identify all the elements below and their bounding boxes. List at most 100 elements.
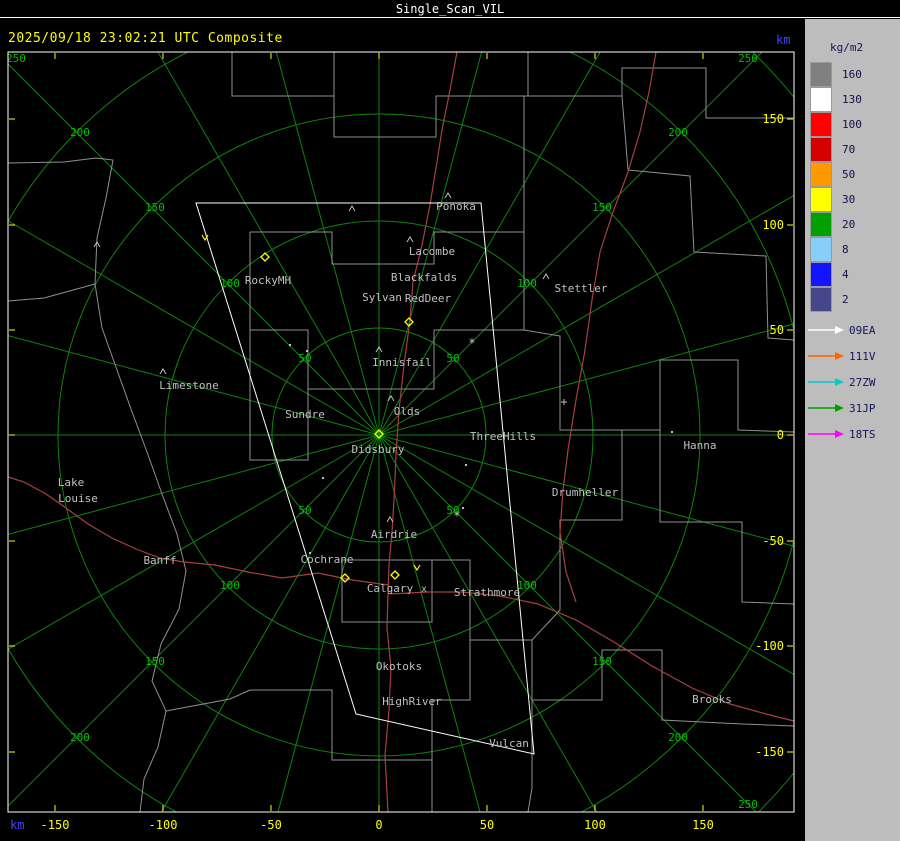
city-label: Cochrane: [301, 553, 354, 566]
radial-grid-line: [160, 434, 380, 812]
scale-entry: 4: [810, 262, 862, 287]
scale-swatch: [810, 287, 832, 312]
station-id: 09EA: [849, 323, 876, 337]
scale-value: 130: [842, 93, 862, 106]
city-label: Hanna: [683, 439, 716, 452]
station-entry: 31JP: [807, 395, 876, 421]
city-label: Drumheller: [552, 486, 619, 499]
scale-swatch: [810, 212, 832, 237]
station-id: 31JP: [849, 401, 876, 415]
y-axis-label: -150: [755, 745, 784, 759]
range-label: 200: [668, 126, 688, 139]
county-boundary: [659, 430, 794, 605]
city-label: Sundre: [285, 408, 325, 421]
radar-app-window: Single_Scan_VIL 2025/09/18 23:02:21 UTC …: [0, 0, 900, 841]
scale-entry: 30: [810, 187, 862, 212]
x-axis-label: 0: [375, 818, 382, 832]
radial-grid-line: [8, 434, 380, 535]
station-id: 27ZW: [849, 375, 876, 389]
radial-grid-line: [378, 52, 483, 436]
county-boundary: [531, 430, 623, 641]
scale-swatch: [810, 262, 832, 287]
scale-value: 30: [842, 193, 856, 206]
radial-grid-line: [378, 52, 601, 436]
range-label: 50: [298, 352, 311, 365]
scale-entry: 50: [810, 162, 862, 187]
scale-entry: 8: [810, 237, 862, 262]
x-axis-label: 150: [692, 818, 714, 832]
x-axis-label: 100: [584, 818, 606, 832]
scale-swatch: [810, 237, 832, 262]
city-label: Ponoka: [436, 200, 476, 213]
range-label: 150: [145, 201, 165, 214]
scale-value: 8: [842, 243, 849, 256]
county-boundary: [528, 67, 794, 119]
scale-entry: 100: [810, 112, 862, 137]
radar-site-marker: [390, 570, 400, 580]
radial-grid-line: [277, 434, 380, 812]
scale-entry: 160: [810, 62, 862, 87]
scale-value: 70: [842, 143, 856, 156]
scale-swatch: [810, 162, 832, 187]
city-label: RedDeer: [405, 292, 452, 305]
radar-map-display[interactable]: 2502001501005025020015010050501001502005…: [0, 0, 900, 841]
station-arrow-icon: [808, 430, 844, 438]
radial-grid-line: [157, 52, 380, 436]
y-axis-label: 150: [762, 112, 784, 126]
city-label: Didsbury: [352, 443, 405, 456]
town-marker: [406, 236, 414, 243]
x-axis-label: -150: [41, 818, 70, 832]
town-marker: *: [453, 509, 460, 523]
station-arrow-icon: [808, 404, 844, 412]
range-label: 250: [738, 52, 758, 65]
station-entry: 27ZW: [807, 369, 876, 395]
range-label: 250: [738, 798, 758, 811]
y-axis-label: -50: [762, 534, 784, 548]
city-label: Okotoks: [376, 660, 422, 673]
range-label: 100: [220, 579, 240, 592]
range-label: 200: [70, 126, 90, 139]
station-entry: 09EA: [807, 317, 876, 343]
town-marker: [542, 273, 550, 280]
town-marker: [561, 399, 567, 405]
county-boundary: [250, 96, 525, 265]
city-label: Louise: [58, 492, 98, 505]
scale-swatch: [810, 187, 832, 212]
range-label: 150: [592, 655, 612, 668]
county-boundary: [231, 52, 529, 138]
town-marker: [309, 552, 311, 554]
radial-grid-line: [275, 52, 380, 436]
station-legend: 09EA 111V 27ZW 31JP 18TS: [807, 317, 876, 447]
city-label: HighRiver: [382, 695, 442, 708]
range-label: 50: [446, 352, 459, 365]
scale-value: 2: [842, 293, 849, 306]
scale-value: 4: [842, 268, 849, 281]
town-marker: [462, 507, 464, 509]
county-boundary: [8, 283, 96, 302]
town-marker: [306, 350, 308, 352]
scale-swatch: [810, 137, 832, 162]
city-label: Limestone: [159, 379, 219, 392]
city-label: Sylvan: [362, 291, 402, 304]
county-boundary: [523, 329, 794, 433]
scale-value: 50: [842, 168, 856, 181]
station-entry: 18TS: [807, 421, 876, 447]
range-label: 100: [517, 277, 537, 290]
city-label: Banff: [143, 554, 176, 567]
city-label: Innisfail: [372, 356, 432, 369]
y-axis-label: 0: [777, 428, 784, 442]
radial-grid-line: [8, 434, 380, 807]
scale-swatch: [810, 87, 832, 112]
radial-grid-line: [8, 434, 380, 650]
town-marker: [386, 516, 394, 523]
legend-sidebar: kg/m2 160 130 100 70 50 30 20 8 4 2 09EA 111V 27ZW 3…: [805, 19, 900, 841]
town-marker: [444, 192, 452, 199]
city-label: ThreeHills: [470, 430, 536, 443]
city-label: Strathmore: [454, 586, 520, 599]
range-label: 200: [668, 731, 688, 744]
y-axis-label: 100: [762, 218, 784, 232]
radial-grid-line: [8, 335, 380, 436]
county-boundary: [165, 689, 251, 712]
color-scale: 160 130 100 70 50 30 20 8 4 2: [810, 62, 862, 312]
station-arrow-icon: [808, 378, 844, 386]
